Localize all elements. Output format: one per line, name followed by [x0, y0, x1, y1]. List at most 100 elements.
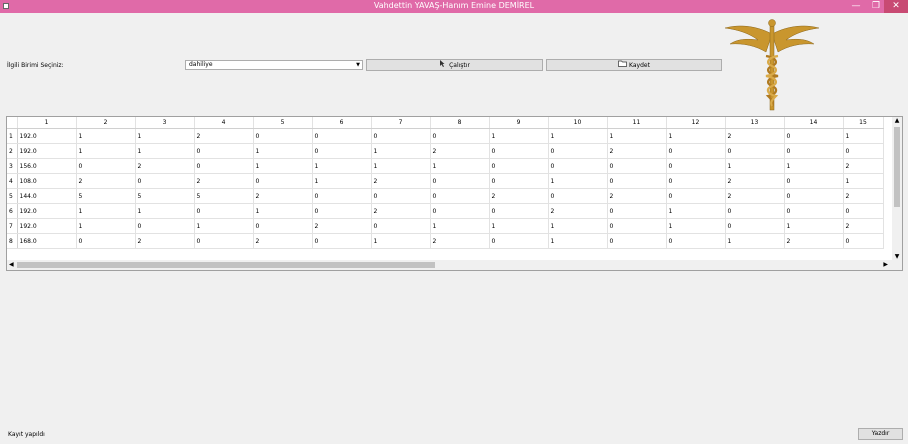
table-cell[interactable]: 192.0 — [17, 128, 77, 144]
table-row[interactable]: 5 144.0 5 5 5 2 0 0 0 2 0 2 0 2 0 2 — [7, 188, 884, 204]
table-cell[interactable]: 1 — [430, 158, 490, 174]
table-cell[interactable]: 2 — [253, 188, 313, 204]
table-cell[interactable]: 5 — [76, 188, 136, 204]
table-cell[interactable]: 2 — [430, 143, 490, 159]
table-cell[interactable]: 2 — [607, 143, 667, 159]
table-cell[interactable]: 0 — [430, 173, 490, 189]
row-header[interactable]: 4 — [7, 173, 18, 189]
table-cell[interactable]: 2 — [253, 233, 313, 249]
table-cell[interactable]: 1 — [76, 218, 136, 234]
table-cell[interactable]: 0 — [489, 143, 549, 159]
table-cell[interactable]: 2 — [725, 128, 785, 144]
table-cell[interactable]: 2 — [430, 233, 490, 249]
table-cell[interactable]: 192.0 — [17, 218, 77, 234]
table-cell[interactable]: 1 — [135, 143, 195, 159]
table-cell[interactable]: 0 — [607, 233, 667, 249]
table-cell[interactable]: 1 — [371, 143, 431, 159]
table-cell[interactable]: 5 — [194, 188, 254, 204]
table-cell[interactable]: 0 — [489, 203, 549, 219]
table-cell[interactable]: 0 — [371, 218, 431, 234]
table-cell[interactable]: 2 — [194, 128, 254, 144]
row-header[interactable]: 7 — [7, 218, 18, 234]
table-cell[interactable]: 156.0 — [17, 158, 77, 174]
table-cell[interactable]: 192.0 — [17, 143, 77, 159]
column-header[interactable]: 6 — [312, 117, 372, 129]
row-header[interactable]: 6 — [7, 203, 18, 219]
table-cell[interactable]: 1 — [666, 128, 726, 144]
table-cell[interactable]: 0 — [194, 233, 254, 249]
row-header[interactable]: 2 — [7, 143, 18, 159]
table-row[interactable]: 7 192.0 1 0 1 0 2 0 1 1 1 0 1 0 1 2 — [7, 218, 884, 234]
table-cell[interactable]: 0 — [135, 173, 195, 189]
table-cell[interactable]: 0 — [666, 188, 726, 204]
table-cell[interactable]: 144.0 — [17, 188, 77, 204]
scroll-up-icon[interactable]: ▲ — [892, 117, 902, 124]
table-cell[interactable]: 1 — [843, 173, 884, 189]
table-cell[interactable]: 1 — [843, 128, 884, 144]
table-cell[interactable]: 1 — [784, 218, 844, 234]
column-header[interactable]: 14 — [784, 117, 844, 129]
table-cell[interactable]: 0 — [725, 143, 785, 159]
table-cell[interactable]: 1 — [666, 203, 726, 219]
table-cell[interactable]: 1 — [76, 143, 136, 159]
corner-header[interactable] — [7, 117, 18, 129]
table-row[interactable]: 8 168.0 0 2 0 2 0 1 2 0 1 0 0 1 2 0 — [7, 233, 884, 249]
table-row[interactable]: 6 192.0 1 1 0 1 0 2 0 0 2 0 1 0 0 0 — [7, 203, 884, 219]
column-header[interactable]: 5 — [253, 117, 313, 129]
table-cell[interactable]: 2 — [371, 173, 431, 189]
table-cell[interactable]: 1 — [607, 128, 667, 144]
print-button[interactable]: Yazdır — [858, 428, 903, 440]
table-cell[interactable]: 0 — [725, 203, 785, 219]
table-cell[interactable]: 0 — [843, 143, 884, 159]
table-cell[interactable]: 0 — [843, 233, 884, 249]
table-cell[interactable]: 0 — [784, 128, 844, 144]
row-header[interactable]: 3 — [7, 158, 18, 174]
table-cell[interactable]: 2 — [843, 218, 884, 234]
table-cell[interactable]: 2 — [194, 173, 254, 189]
horizontal-scrollbar[interactable]: ◀ ▶ — [7, 260, 902, 270]
table-cell[interactable]: 0 — [548, 143, 608, 159]
table-cell[interactable]: 0 — [430, 203, 490, 219]
table-cell[interactable]: 0 — [489, 233, 549, 249]
table-cell[interactable]: 0 — [430, 188, 490, 204]
table-row[interactable]: 2 192.0 1 1 0 1 0 1 2 0 0 2 0 0 0 0 — [7, 143, 884, 159]
table-cell[interactable]: 1 — [784, 158, 844, 174]
column-header[interactable]: 3 — [135, 117, 195, 129]
table-cell[interactable]: 1 — [76, 128, 136, 144]
table-cell[interactable]: 2 — [725, 173, 785, 189]
column-header[interactable]: 8 — [430, 117, 490, 129]
table-cell[interactable]: 0 — [253, 128, 313, 144]
data-table[interactable]: 1 2 3 4 5 6 7 8 9 10 11 12 13 14 15 1 192.0 1 1 2 0 0 0 0 1 1 1 1 2… — [6, 116, 903, 271]
table-cell[interactable]: 0 — [76, 233, 136, 249]
scroll-right-icon[interactable]: ▶ — [883, 260, 888, 270]
table-cell[interactable]: 1 — [666, 218, 726, 234]
table-cell[interactable]: 0 — [312, 188, 372, 204]
column-header[interactable]: 4 — [194, 117, 254, 129]
table-cell[interactable]: 1 — [253, 203, 313, 219]
table-cell[interactable]: 1 — [135, 128, 195, 144]
table-cell[interactable]: 0 — [194, 158, 254, 174]
table-cell[interactable]: 0 — [666, 158, 726, 174]
table-cell[interactable]: 0 — [607, 173, 667, 189]
table-cell[interactable]: 1 — [725, 158, 785, 174]
table-cell[interactable]: 0 — [607, 158, 667, 174]
table-cell[interactable]: 0 — [607, 203, 667, 219]
table-row[interactable]: 1 192.0 1 1 2 0 0 0 0 1 1 1 1 2 0 1 — [7, 128, 884, 144]
table-cell[interactable]: 0 — [253, 173, 313, 189]
scroll-left-icon[interactable]: ◀ — [9, 260, 14, 270]
table-cell[interactable]: 0 — [725, 218, 785, 234]
run-button[interactable]: Çalıştır — [366, 59, 543, 71]
table-cell[interactable]: 2 — [135, 233, 195, 249]
table-cell[interactable]: 0 — [607, 218, 667, 234]
table-cell[interactable]: 2 — [843, 188, 884, 204]
table-cell[interactable]: 1 — [253, 143, 313, 159]
table-cell[interactable]: 0 — [784, 173, 844, 189]
table-cell[interactable]: 2 — [76, 173, 136, 189]
table-cell[interactable]: 0 — [194, 203, 254, 219]
column-header[interactable]: 1 — [17, 117, 77, 129]
table-cell[interactable]: 0 — [784, 203, 844, 219]
save-button[interactable]: Kaydet — [546, 59, 722, 71]
column-header[interactable]: 13 — [725, 117, 785, 129]
table-cell[interactable]: 0 — [253, 218, 313, 234]
horizontal-scroll-thumb[interactable] — [17, 262, 435, 268]
